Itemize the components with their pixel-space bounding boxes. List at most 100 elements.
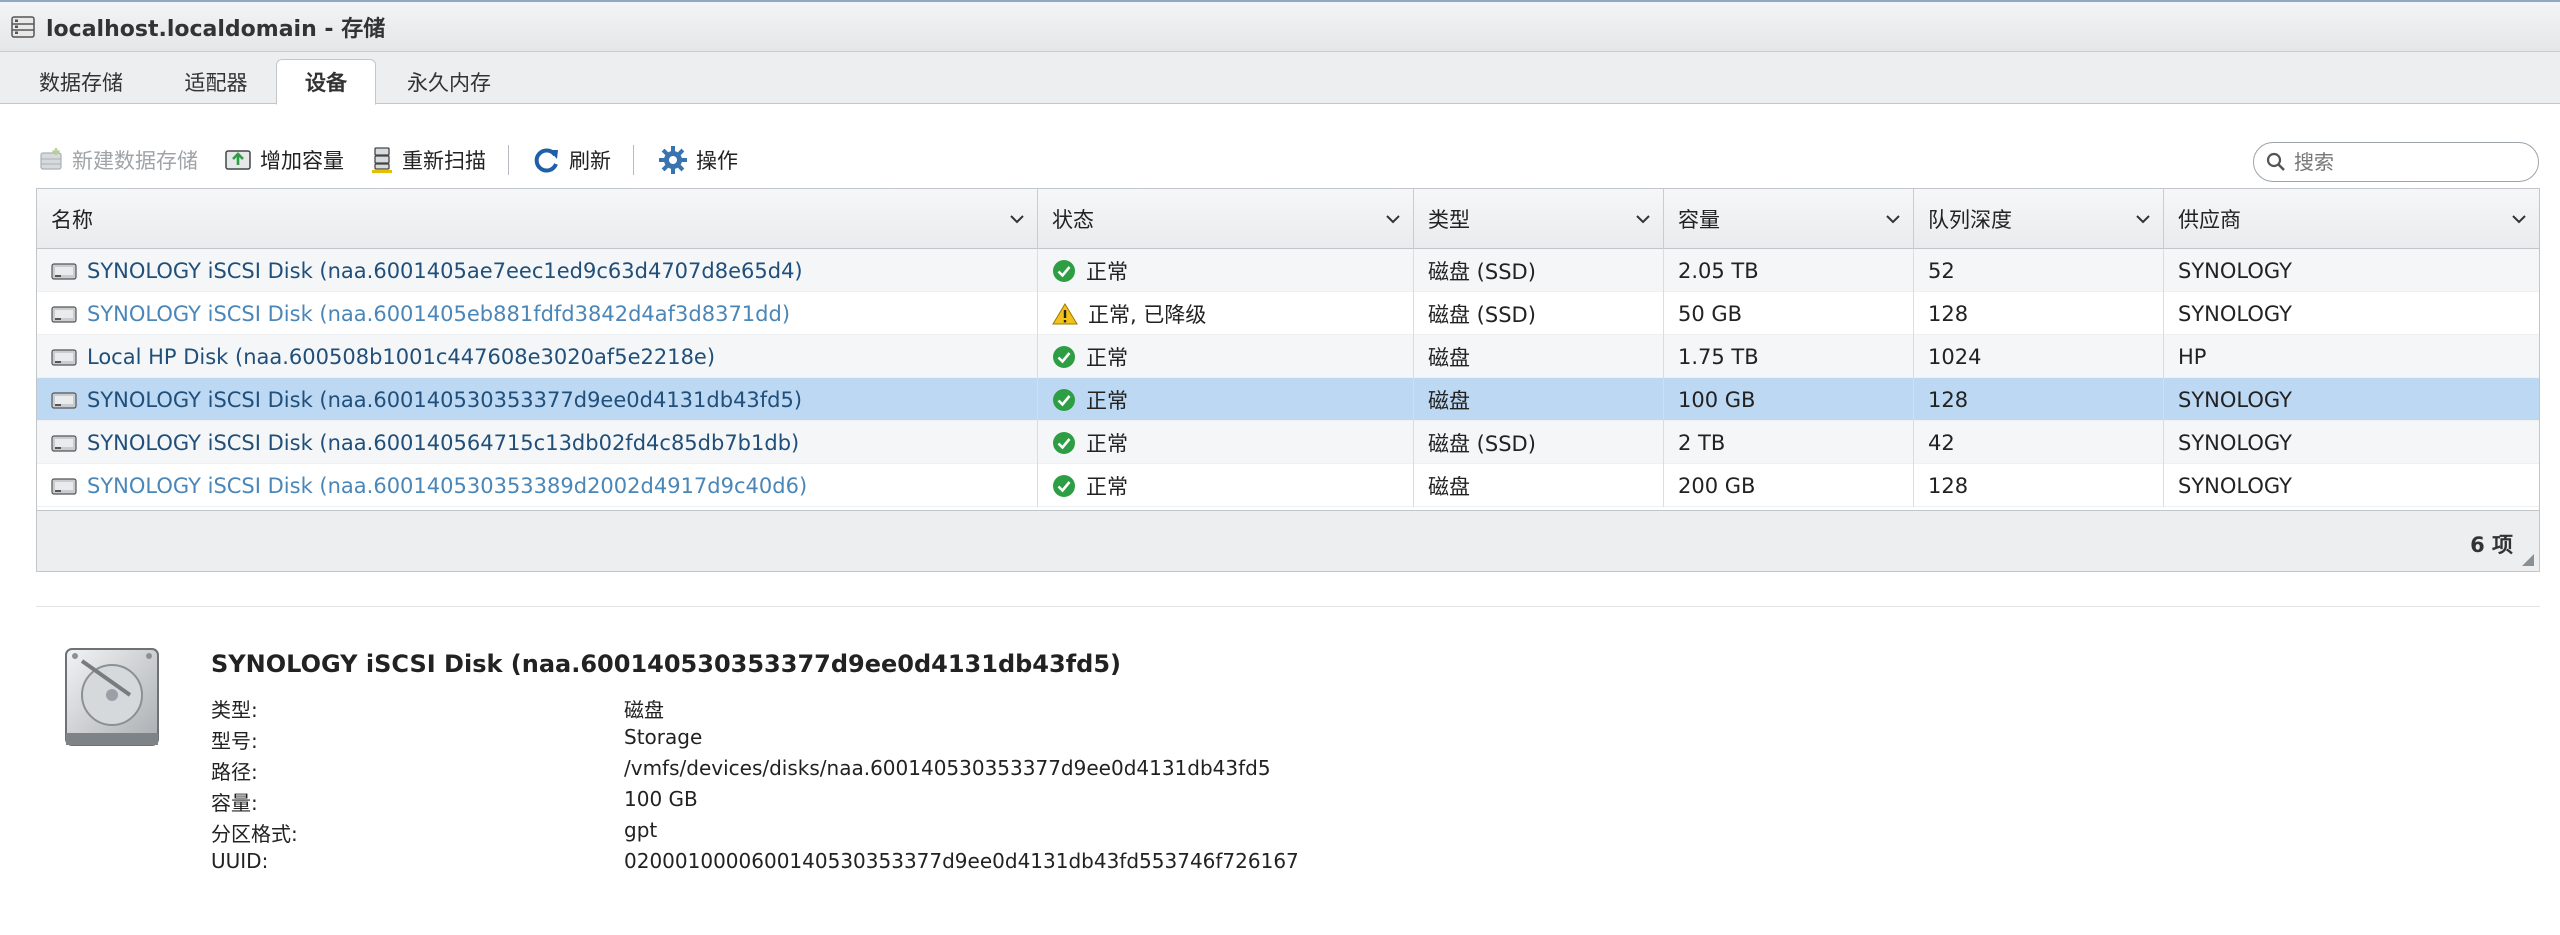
ok-check-icon xyxy=(1053,431,1075,454)
device-name-link[interactable]: SYNOLOGY iSCSI Disk (naa.600140564715c13… xyxy=(87,431,799,455)
column-header-capacity[interactable]: 容量 xyxy=(1664,189,1914,249)
prop-value-type: 磁盘 xyxy=(624,698,664,722)
table-row[interactable]: SYNOLOGY iSCSI Disk (naa.6001405eb881fdf… xyxy=(37,292,2539,335)
tab-adapters[interactable]: 适配器 xyxy=(168,60,264,104)
vendor-text: SYNOLOGY xyxy=(2178,430,2292,455)
tab-bar: 数据存储 适配器 设备 永久内存 xyxy=(0,52,2560,105)
tab-datastores[interactable]: 数据存储 xyxy=(22,60,140,104)
actions-button[interactable]: 操作 xyxy=(658,145,738,175)
status-text: 正常, 已降级 xyxy=(1088,302,1207,327)
capacity-text: 100 GB xyxy=(1678,387,1756,412)
prop-label-model: 型号: xyxy=(211,729,258,753)
ok-check-icon xyxy=(1053,259,1075,282)
rescan-icon xyxy=(372,147,392,173)
increase-capacity-icon xyxy=(225,150,251,170)
queue-depth-text: 128 xyxy=(1928,301,1969,326)
refresh-button[interactable]: 刷新 xyxy=(533,145,611,175)
chevron-down-icon[interactable] xyxy=(2509,209,2529,229)
prop-label-path: 路径: xyxy=(211,760,258,784)
column-header-type[interactable]: 类型 xyxy=(1414,189,1664,249)
type-text: 磁盘 xyxy=(1428,388,1470,413)
column-header-queue-depth[interactable]: 队列深度 xyxy=(1914,189,2164,249)
search-input[interactable] xyxy=(2294,150,2524,174)
queue-depth-text: 52 xyxy=(1928,258,1955,283)
disk-icon xyxy=(51,434,77,452)
disk-icon xyxy=(51,262,77,280)
search-icon xyxy=(2266,152,2285,171)
queue-depth-text: 1024 xyxy=(1928,344,1982,369)
prop-label-uuid: UUID: xyxy=(211,849,269,873)
tab-persistent-memory[interactable]: 永久内存 xyxy=(392,60,506,104)
type-text: 磁盘 (SSD) xyxy=(1428,431,1536,456)
devices-table: 名称 状态 类型 容量 队列深度 供应商 SYNOLOGY iSCSI Disk… xyxy=(36,188,2540,572)
window-title: localhost.localdomain - 存储 xyxy=(46,16,386,42)
device-name-link[interactable]: Local HP Disk (naa.600508b1001c447608e30… xyxy=(87,345,715,369)
section-divider xyxy=(36,606,2540,607)
status-text: 正常 xyxy=(1086,259,1128,284)
gear-icon xyxy=(659,146,687,174)
chevron-down-icon[interactable] xyxy=(1883,209,1903,229)
type-text: 磁盘 (SSD) xyxy=(1428,302,1536,327)
status-text: 正常 xyxy=(1086,388,1128,413)
chevron-down-icon[interactable] xyxy=(1383,209,1403,229)
table-row[interactable]: SYNOLOGY iSCSI Disk (naa.600140530353389… xyxy=(37,464,2539,507)
disk-icon xyxy=(51,305,77,323)
queue-depth-text: 128 xyxy=(1928,473,1969,498)
device-name-link[interactable]: SYNOLOGY iSCSI Disk (naa.600140530353377… xyxy=(87,388,802,412)
warning-icon xyxy=(1052,302,1078,324)
status-text: 正常 xyxy=(1086,431,1128,456)
prop-label-capacity: 容量: xyxy=(211,791,258,815)
table-row[interactable]: SYNOLOGY iSCSI Disk (naa.6001405ae7eec1e… xyxy=(37,249,2539,292)
ok-check-icon xyxy=(1053,474,1075,497)
table-row[interactable]: Local HP Disk (naa.600508b1001c447608e30… xyxy=(37,335,2539,378)
item-count: 6 项 xyxy=(2470,533,2513,557)
queue-depth-text: 128 xyxy=(1928,387,1969,412)
column-header-status[interactable]: 状态 xyxy=(1038,189,1414,249)
tab-devices[interactable]: 设备 xyxy=(276,59,376,105)
prop-value-model: Storage xyxy=(624,725,703,749)
hard-disk-icon xyxy=(65,648,159,746)
capacity-text: 50 GB xyxy=(1678,301,1743,326)
increase-capacity-button[interactable]: 增加容量 xyxy=(224,145,344,175)
ok-check-icon xyxy=(1053,345,1075,368)
prop-label-partition-format: 分区格式: xyxy=(211,822,298,846)
vendor-text: SYNOLOGY xyxy=(2178,258,2292,283)
status-text: 正常 xyxy=(1086,474,1128,499)
prop-value-capacity: 100 GB xyxy=(624,787,698,811)
disk-icon xyxy=(51,391,77,409)
device-name-link[interactable]: SYNOLOGY iSCSI Disk (naa.6001405eb881fdf… xyxy=(87,302,790,326)
disk-icon xyxy=(51,477,77,495)
chevron-down-icon[interactable] xyxy=(1633,209,1653,229)
capacity-text: 2 TB xyxy=(1678,430,1726,455)
refresh-icon xyxy=(534,148,558,173)
vendor-text: SYNOLOGY xyxy=(2178,301,2292,326)
toolbar-separator xyxy=(508,145,509,175)
disk-icon xyxy=(51,348,77,366)
new-datastore-button[interactable]: 新建数据存储 xyxy=(38,145,198,175)
device-name-link[interactable]: SYNOLOGY iSCSI Disk (naa.6001405ae7eec1e… xyxy=(87,259,803,283)
prop-value-path: /vmfs/devices/disks/naa.600140530353377d… xyxy=(624,756,1271,780)
toolbar-separator xyxy=(633,145,634,175)
vendor-text: SYNOLOGY xyxy=(2178,473,2292,498)
column-header-vendor[interactable]: 供应商 xyxy=(2164,189,2539,249)
device-name-link[interactable]: SYNOLOGY iSCSI Disk (naa.600140530353389… xyxy=(87,474,807,498)
ok-check-icon xyxy=(1053,388,1075,411)
capacity-text: 2.05 TB xyxy=(1678,258,1759,283)
window-titlebar: localhost.localdomain - 存储 xyxy=(0,0,2560,52)
chevron-down-icon[interactable] xyxy=(1007,209,1027,229)
table-footer: 6 项 xyxy=(37,510,2539,571)
resize-grip-icon[interactable] xyxy=(2521,553,2535,567)
capacity-text: 1.75 TB xyxy=(1678,344,1759,369)
device-detail-title: SYNOLOGY iSCSI Disk (naa.600140530353377… xyxy=(211,650,1121,678)
column-header-name[interactable]: 名称 xyxy=(37,189,1038,249)
rescan-button[interactable]: 重新扫描 xyxy=(370,145,486,175)
prop-label-type: 类型: xyxy=(211,698,258,722)
search-box[interactable] xyxy=(2253,142,2539,182)
capacity-text: 200 GB xyxy=(1678,473,1756,498)
status-text: 正常 xyxy=(1086,345,1128,370)
prop-value-uuid: 0200010000600140530353377d9ee0d4131db43f… xyxy=(624,849,1299,873)
table-row[interactable]: SYNOLOGY iSCSI Disk (naa.600140564715c13… xyxy=(37,421,2539,464)
table-row-selected[interactable]: SYNOLOGY iSCSI Disk (naa.600140530353377… xyxy=(37,378,2539,421)
chevron-down-icon[interactable] xyxy=(2133,209,2153,229)
type-text: 磁盘 xyxy=(1428,345,1470,370)
